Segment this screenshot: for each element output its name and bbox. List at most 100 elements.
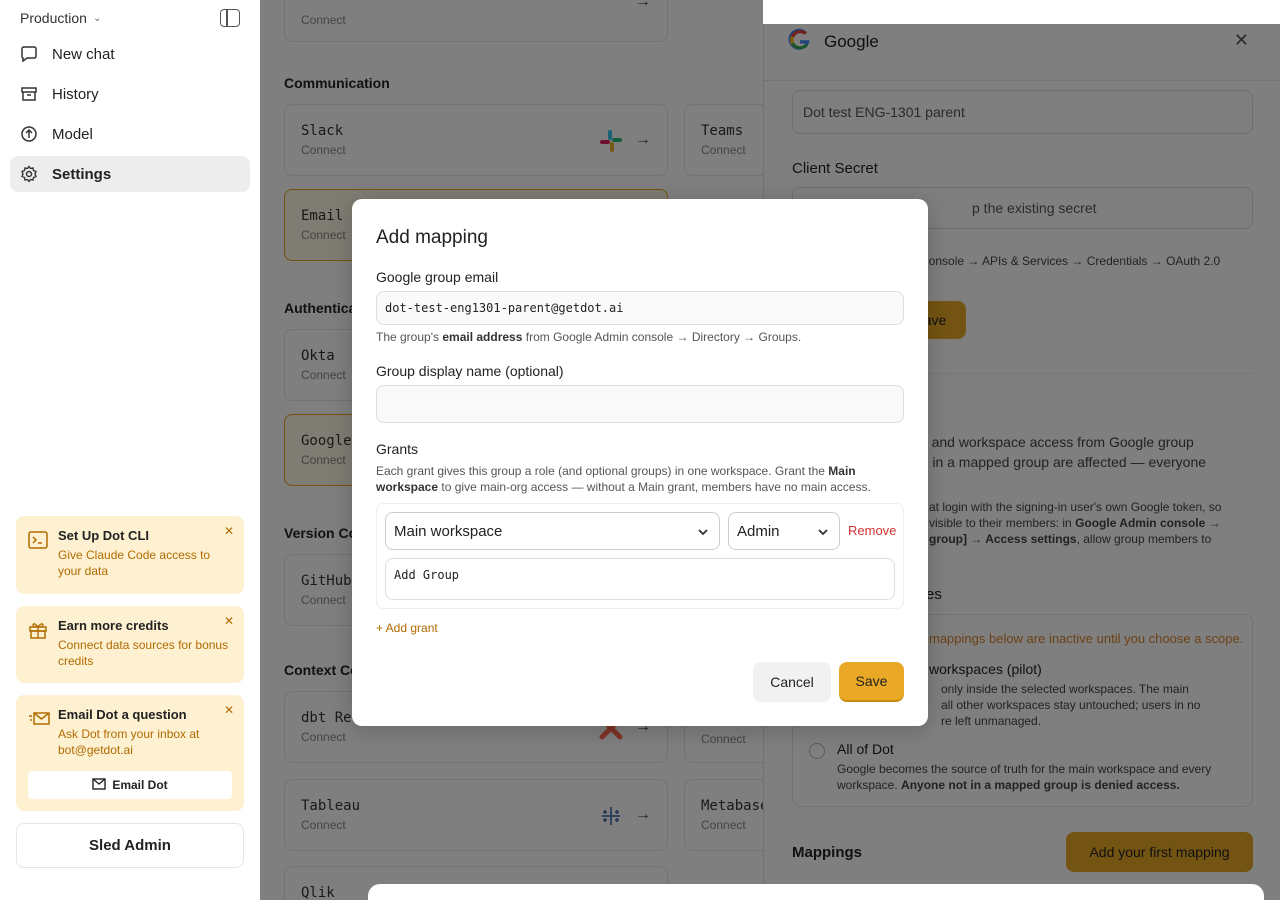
sidebar-item-label: New chat bbox=[52, 45, 115, 63]
help-fragment: Each grant gives this group a role (and … bbox=[376, 464, 825, 478]
drawer-title: Google bbox=[824, 32, 879, 51]
chevron-down-icon bbox=[697, 525, 709, 542]
section-title: Context Co bbox=[284, 662, 359, 678]
desc-fragment: Anyone not in a mapped group is denied a… bbox=[901, 778, 1180, 792]
slack-logo-icon bbox=[599, 129, 623, 153]
promo-desc: Connect data sources for bonus credits bbox=[58, 638, 229, 668]
console-path: Console → APIs & Services → Credentials … bbox=[920, 254, 1221, 268]
save-button[interactable]: Save bbox=[839, 662, 904, 702]
sidebar: Production ⌄ New chat History Model Sett… bbox=[0, 0, 260, 900]
desc-fragment: Google Admin console → bbox=[1075, 516, 1221, 530]
desc-line: all other workspaces stay untouched; use… bbox=[941, 698, 1201, 712]
integration-card[interactable]: Connect → bbox=[284, 0, 668, 42]
display-name-label: Group display name (optional) bbox=[376, 363, 564, 379]
google-logo-icon bbox=[788, 28, 812, 52]
workspace-select[interactable]: Main workspace bbox=[385, 512, 720, 550]
sidebar-item-history[interactable]: History bbox=[10, 76, 250, 112]
group-email-input[interactable]: dot-test-eng1301-parent@getdot.ai bbox=[376, 291, 904, 325]
promo-desc: Give Claude Code access to your data bbox=[58, 548, 211, 578]
close-icon[interactable]: ✕ bbox=[224, 524, 234, 538]
grant-row: Main workspace Admin Remove Add Group bbox=[376, 503, 904, 609]
sidebar-item-new-chat[interactable]: New chat bbox=[10, 36, 250, 72]
arrow-up-circle-icon bbox=[20, 125, 38, 143]
desc-fragment: , allow group members to bbox=[1076, 532, 1212, 546]
desc-line: visible to their members: in Google Admi… bbox=[929, 515, 1259, 531]
option-desc: Google becomes the source of truth for t… bbox=[837, 761, 1247, 793]
close-icon[interactable]: ✕ bbox=[224, 614, 234, 628]
option-desc: only inside the selected workspaces. The… bbox=[941, 681, 1200, 729]
email-dot-button[interactable]: Email Dot bbox=[28, 771, 232, 799]
promo-email: Email Dot a question Ask Dot from your i… bbox=[16, 695, 244, 811]
sidebar-toggle-icon[interactable] bbox=[220, 9, 240, 27]
option-title: workspaces (pilot) bbox=[929, 661, 1042, 677]
promo-cli[interactable]: Set Up Dot CLI Give Claude Code access t… bbox=[16, 516, 244, 594]
archive-icon bbox=[20, 85, 38, 103]
desc-line: at login with the signing-in user's own … bbox=[929, 500, 1222, 514]
role-select[interactable]: Admin bbox=[728, 512, 840, 550]
workspace-name: Production bbox=[20, 10, 87, 26]
scope-label: es bbox=[926, 586, 942, 603]
section-title: Communication bbox=[284, 75, 390, 91]
terminal-icon bbox=[28, 530, 48, 550]
client-id-input[interactable]: Dot test ENG-1301 parent bbox=[792, 90, 1253, 134]
desc-line: ps, and workspace access from Google gro… bbox=[909, 434, 1194, 450]
sidebar-item-label: History bbox=[52, 85, 99, 103]
group-email-help: The group's email address from Google Ad… bbox=[376, 329, 904, 345]
chevron-down-icon bbox=[817, 525, 829, 542]
workspace-select-value: Main workspace bbox=[394, 522, 503, 540]
workspace-switcher[interactable]: Production ⌄ bbox=[20, 10, 101, 26]
description: ps, and workspace access from Google gro… bbox=[909, 432, 1259, 492]
option-title: All of Dot bbox=[837, 741, 894, 757]
promo-credits[interactable]: Earn more credits Connect data sources f… bbox=[16, 606, 244, 683]
display-name-input[interactable] bbox=[376, 385, 904, 423]
email-dot-label: Email Dot bbox=[112, 778, 168, 792]
admin-button[interactable]: Sled Admin bbox=[16, 823, 244, 868]
desc-line: workspace. Anyone not in a mapped group … bbox=[837, 777, 1247, 793]
role-select-value: Admin bbox=[737, 522, 780, 540]
card-status: Connect bbox=[301, 13, 346, 27]
add-grant-button[interactable]: + Add grant bbox=[376, 621, 438, 635]
desc-line: ers in a mapped group are affected — eve… bbox=[909, 454, 1207, 470]
add-first-mapping-button[interactable]: Add your first mapping bbox=[1066, 832, 1253, 872]
sidebar-item-model[interactable]: Model bbox=[10, 116, 250, 152]
arrow-right-icon: → bbox=[635, 131, 651, 148]
desc-fragment: visible to their members: in bbox=[929, 516, 1072, 530]
tableau-logo-icon bbox=[599, 804, 623, 828]
help-fragment: The group's bbox=[376, 330, 439, 344]
integration-card-slack[interactable]: Slack Connect → bbox=[284, 104, 668, 176]
grants-help: Each grant gives this group a role (and … bbox=[376, 463, 904, 495]
remove-grant-button[interactable]: Remove bbox=[848, 523, 896, 538]
drawer-header: Google ✕ bbox=[764, 24, 1280, 81]
close-icon[interactable]: ✕ bbox=[224, 703, 234, 717]
mail-fast-icon bbox=[28, 709, 50, 729]
group-email-label: Google group email bbox=[376, 269, 499, 285]
mappings-label: Mappings bbox=[792, 844, 862, 861]
mail-icon bbox=[92, 777, 107, 793]
add-group-input[interactable]: Add Group bbox=[385, 558, 895, 600]
scope-radio-all[interactable] bbox=[809, 743, 825, 759]
grants-label: Grants bbox=[376, 441, 419, 457]
section-title: Authenticat bbox=[284, 300, 361, 316]
dialog-title: Add mapping bbox=[376, 227, 488, 248]
chevron-down-icon: ⌄ bbox=[92, 12, 102, 24]
desc-line: re left unmanaged. bbox=[941, 714, 1042, 728]
integration-card-tableau[interactable]: Tableau Connect → bbox=[284, 779, 668, 851]
desc-line: Google becomes the source of truth for t… bbox=[837, 762, 1212, 776]
client-secret-placeholder: p the existing secret bbox=[972, 200, 1097, 216]
promo-title: Earn more credits bbox=[58, 618, 169, 633]
desc-line: group] → Access settings, allow group me… bbox=[929, 531, 1259, 547]
promo-desc: Ask Dot from your inbox at bot@getdot.ai bbox=[58, 727, 200, 757]
arrow-right-icon: → bbox=[635, 0, 651, 10]
sidebar-item-settings[interactable]: Settings bbox=[10, 156, 250, 192]
cancel-button[interactable]: Cancel bbox=[753, 662, 831, 702]
close-icon[interactable]: ✕ bbox=[1234, 30, 1249, 51]
help-fragment: from Google Admin console → Directory → … bbox=[525, 330, 802, 344]
desc-fragment: workspace. bbox=[837, 778, 898, 792]
gear-icon bbox=[20, 165, 38, 183]
desc-fragment: group] → Access settings bbox=[929, 532, 1077, 546]
gift-icon bbox=[28, 620, 48, 640]
arrow-right-icon: → bbox=[635, 806, 651, 823]
desc-line: . bbox=[909, 472, 1259, 492]
promo-title: Email Dot a question bbox=[58, 707, 187, 722]
promo-title: Set Up Dot CLI bbox=[58, 528, 149, 543]
